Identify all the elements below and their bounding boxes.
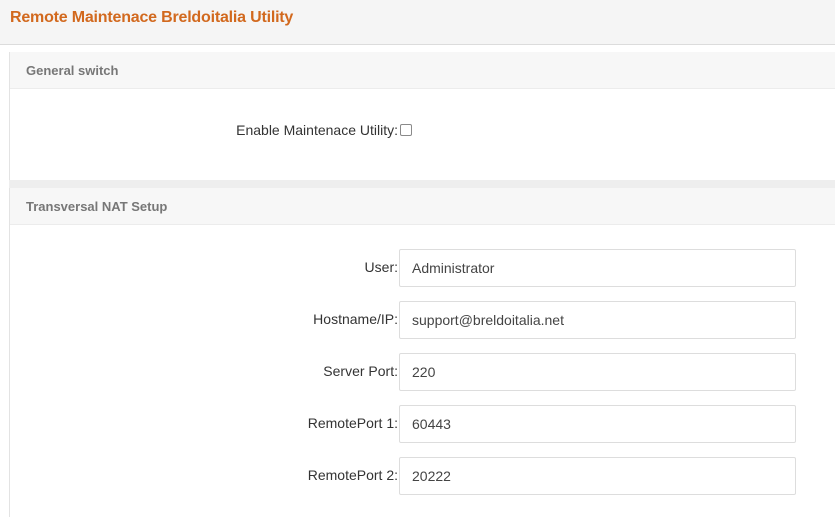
remote-port-1-row: RemotePort 1: xyxy=(10,405,835,443)
nat-setup-title: Transversal NAT Setup xyxy=(26,199,168,214)
remote-port-1-input[interactable] xyxy=(399,405,796,443)
general-switch-header: General switch xyxy=(10,52,835,89)
page-header: Remote Maintenace Breldoitalia Utility xyxy=(0,0,835,45)
hostname-input[interactable] xyxy=(399,301,796,339)
user-row: User: xyxy=(10,249,835,287)
enable-utility-checkbox[interactable] xyxy=(400,124,412,136)
nat-setup-section: Transversal NAT Setup User: Hostname/IP:… xyxy=(9,188,835,517)
server-port-input[interactable] xyxy=(399,353,796,391)
server-port-label: Server Port: xyxy=(323,363,398,379)
user-input[interactable] xyxy=(399,249,796,287)
nat-setup-header: Transversal NAT Setup xyxy=(10,188,835,225)
enable-utility-row: Enable Maintenace Utility: xyxy=(10,112,835,150)
remote-port-2-label: RemotePort 2: xyxy=(307,467,398,483)
remote-port-1-label: RemotePort 1: xyxy=(307,415,398,431)
page-title: Remote Maintenace Breldoitalia Utility xyxy=(10,9,294,26)
remote-port-2-row: RemotePort 2: xyxy=(10,457,835,495)
section-separator xyxy=(9,180,835,188)
user-label: User: xyxy=(364,259,398,275)
remote-port-2-input[interactable] xyxy=(399,457,796,495)
maintenance-page: Remote Maintenace Breldoitalia Utility G… xyxy=(0,0,835,517)
hostname-label: Hostname/IP: xyxy=(313,311,398,327)
enable-utility-label: Enable Maintenace Utility: xyxy=(236,122,398,138)
hostname-row: Hostname/IP: xyxy=(10,301,835,339)
server-port-row: Server Port: xyxy=(10,353,835,391)
general-switch-section: General switch Enable Maintenace Utility… xyxy=(9,52,835,181)
general-switch-title: General switch xyxy=(26,63,119,78)
